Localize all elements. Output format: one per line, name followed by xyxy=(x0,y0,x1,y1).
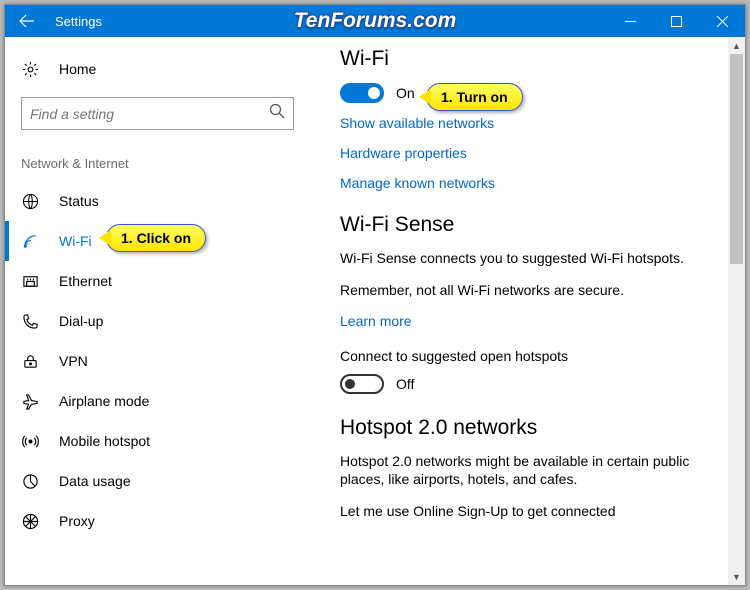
maximize-icon xyxy=(671,16,682,27)
close-button[interactable] xyxy=(699,5,745,37)
search-field[interactable] xyxy=(21,97,294,130)
hotspot-icon xyxy=(21,433,39,450)
nav-label: Ethernet xyxy=(59,273,112,289)
wifi-sense-heading: Wi-Fi Sense xyxy=(340,213,735,237)
nav-label: VPN xyxy=(59,353,88,369)
sidebar-item-ethernet[interactable]: Ethernet xyxy=(21,261,294,301)
connect-toggle-label: Off xyxy=(396,376,414,392)
nav-label: Wi-Fi xyxy=(59,233,92,249)
phone-icon xyxy=(21,313,39,330)
watermark-text: TenForums.com xyxy=(294,9,457,33)
category-header: Network & Internet xyxy=(21,156,294,171)
callout-click-on: 1. Click on xyxy=(106,224,206,252)
search-icon xyxy=(269,103,285,124)
manage-known-networks-link[interactable]: Manage known networks xyxy=(340,175,735,191)
callout-turn-on: 1. Turn on xyxy=(426,83,523,111)
close-icon xyxy=(717,16,728,27)
sidebar-item-vpn[interactable]: VPN xyxy=(21,341,294,381)
scroll-thumb[interactable] xyxy=(730,54,743,264)
wifi-toggle[interactable] xyxy=(340,83,384,103)
settings-window: Settings Home Network & Internet Status xyxy=(4,4,746,586)
content-area: Home Network & Internet Status Wi-Fi Eth… xyxy=(5,37,745,585)
sidebar-item-dialup[interactable]: Dial-up xyxy=(21,301,294,341)
sidebar-item-hotspot[interactable]: Mobile hotspot xyxy=(21,421,294,461)
sidebar-item-airplane[interactable]: Airplane mode xyxy=(21,381,294,421)
scroll-down-icon[interactable]: ▼ xyxy=(728,568,745,585)
sense-body-2: Remember, not all Wi-Fi networks are sec… xyxy=(340,281,735,299)
globe-icon xyxy=(21,193,39,210)
home-label: Home xyxy=(59,61,96,77)
wifi-icon xyxy=(21,233,39,250)
sidebar-item-status[interactable]: Status xyxy=(21,181,294,221)
scrollbar[interactable]: ▲ ▼ xyxy=(728,37,745,585)
wifi-toggle-row: On xyxy=(340,83,735,103)
sidebar-item-datausage[interactable]: Data usage xyxy=(21,461,294,501)
back-button[interactable] xyxy=(5,5,49,37)
learn-more-link[interactable]: Learn more xyxy=(340,313,735,329)
sidebar: Home Network & Internet Status Wi-Fi Eth… xyxy=(5,37,310,585)
nav-label: Status xyxy=(59,193,99,209)
show-networks-link[interactable]: Show available networks xyxy=(340,115,735,131)
window-title: Settings xyxy=(55,14,102,29)
nav-label: Dial-up xyxy=(59,313,103,329)
proxy-icon xyxy=(21,513,39,530)
hotspot2-heading: Hotspot 2.0 networks xyxy=(340,416,735,440)
hotspot2-body: Hotspot 2.0 networks might be available … xyxy=(340,452,735,488)
wifi-heading: Wi-Fi xyxy=(340,47,735,71)
minimize-button[interactable] xyxy=(607,5,653,37)
airplane-icon xyxy=(21,393,39,410)
scroll-track[interactable] xyxy=(728,54,745,568)
minimize-icon xyxy=(625,16,636,27)
scroll-up-icon[interactable]: ▲ xyxy=(728,37,745,54)
nav-label: Airplane mode xyxy=(59,393,149,409)
sidebar-item-proxy[interactable]: Proxy xyxy=(21,501,294,541)
connect-hotspots-label: Connect to suggested open hotspots xyxy=(340,347,735,365)
connect-toggle[interactable] xyxy=(340,374,384,394)
window-controls xyxy=(607,5,745,37)
gear-icon xyxy=(21,61,39,78)
main-panel: Wi-Fi On Show available networks Hardwar… xyxy=(310,37,745,585)
home-button[interactable]: Home xyxy=(21,51,294,87)
nav-label: Data usage xyxy=(59,473,131,489)
hotspot2-body2: Let me use Online Sign-Up to get connect… xyxy=(340,502,735,520)
back-arrow-icon xyxy=(19,13,35,29)
nav-label: Mobile hotspot xyxy=(59,433,150,449)
maximize-button[interactable] xyxy=(653,5,699,37)
nav-label: Proxy xyxy=(59,513,95,529)
data-icon xyxy=(21,473,39,490)
connect-toggle-row: Off xyxy=(340,374,735,394)
vpn-icon xyxy=(21,353,39,370)
sense-body-1: Wi-Fi Sense connects you to suggested Wi… xyxy=(340,249,735,267)
ethernet-icon xyxy=(21,273,39,290)
search-input[interactable] xyxy=(30,106,269,122)
hardware-properties-link[interactable]: Hardware properties xyxy=(340,145,735,161)
